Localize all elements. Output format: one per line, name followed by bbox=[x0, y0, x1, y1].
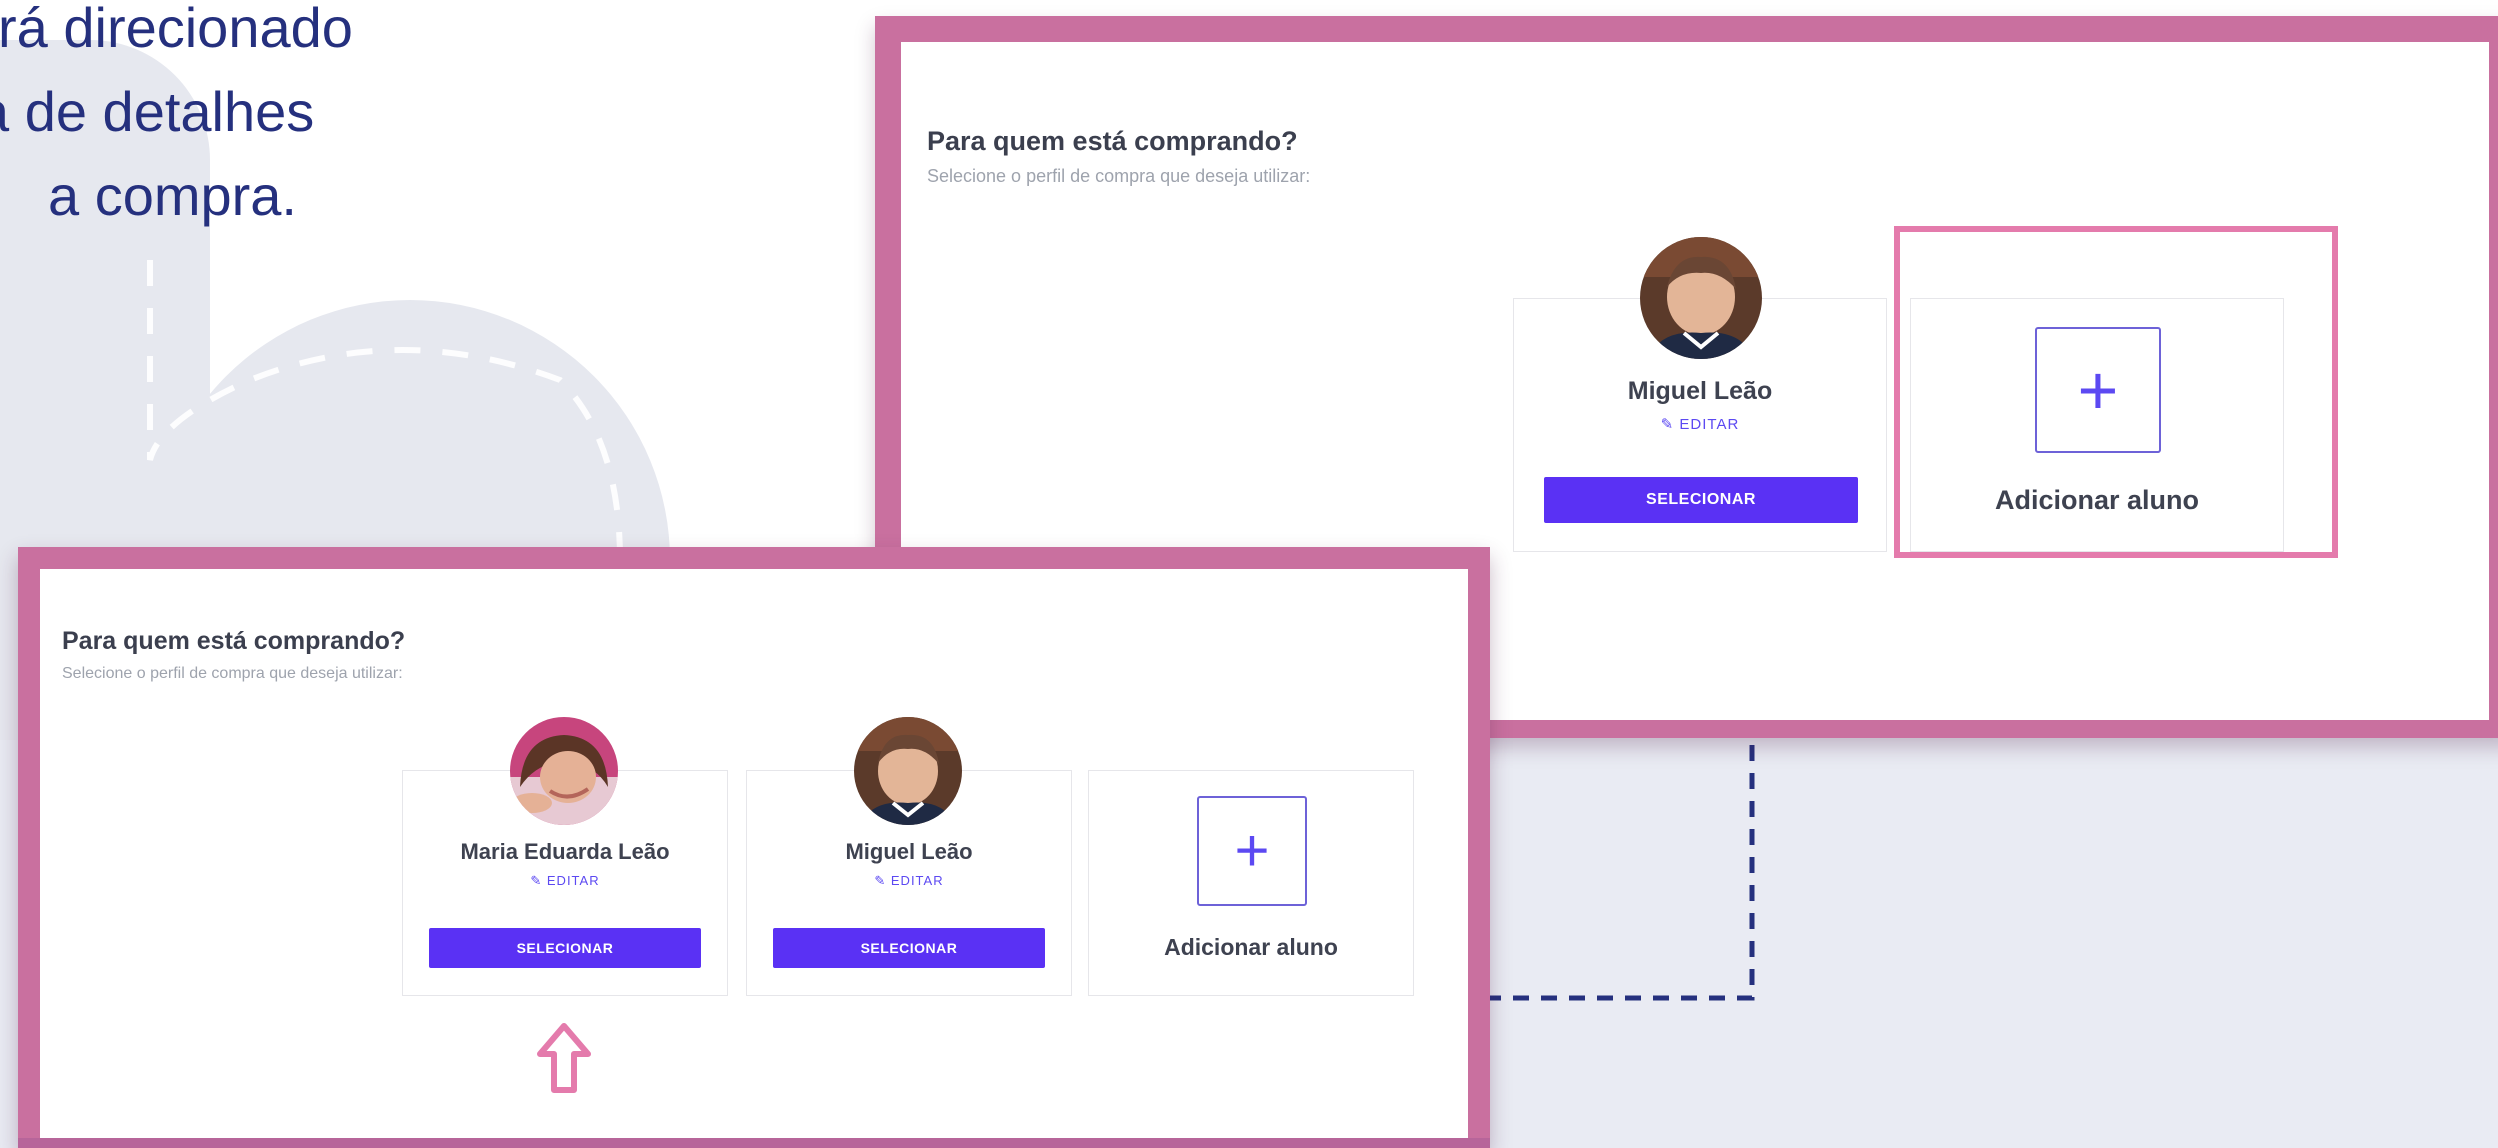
add-student-card[interactable]: + Adicionar aluno bbox=[1088, 770, 1414, 996]
avatar bbox=[854, 717, 962, 825]
select-button[interactable]: SELECIONAR bbox=[773, 928, 1045, 968]
select-button[interactable]: SELECIONAR bbox=[429, 928, 701, 968]
page-title: Para quem está comprando? bbox=[62, 627, 406, 655]
edit-icon: ✎ bbox=[874, 873, 891, 888]
avatar bbox=[510, 717, 618, 825]
edit-label: EDITAR bbox=[890, 873, 944, 888]
profile-card: Maria Eduarda Leão ✎ EDITAR SELECIONAR bbox=[402, 717, 728, 996]
edit-icon: ✎ bbox=[1660, 416, 1680, 433]
add-student-button[interactable]: + bbox=[1197, 796, 1307, 906]
profile-card: Miguel Leão ✎ EDITAR SELECIONAR bbox=[746, 717, 1072, 996]
edit-icon: ✎ bbox=[530, 873, 547, 888]
plus-icon: + bbox=[1234, 817, 1270, 884]
up-arrow-icon bbox=[537, 1023, 591, 1093]
page-subtitle: Selecione o perfil de compra que deseja … bbox=[927, 166, 1311, 186]
page-subtitle: Selecione o perfil de compra que deseja … bbox=[62, 665, 403, 682]
avatar bbox=[1640, 237, 1762, 359]
highlight-box bbox=[1894, 226, 2338, 558]
profile-name: Miguel Leão bbox=[1627, 377, 1773, 405]
page-title: Para quem está comprando? bbox=[927, 126, 1298, 156]
edit-link[interactable]: ✎ EDITAR bbox=[403, 873, 727, 889]
select-button[interactable]: SELECIONAR bbox=[1544, 477, 1858, 523]
edit-link[interactable]: ✎ EDITAR bbox=[747, 873, 1071, 889]
profile-name: Miguel Leão bbox=[845, 839, 973, 864]
edit-label: EDITAR bbox=[1679, 416, 1740, 433]
screenshot-frame-bottom: Para quem está comprando? Selecione o pe… bbox=[18, 547, 1490, 1148]
add-student-label: Adicionar aluno bbox=[1164, 934, 1338, 960]
edit-link[interactable]: ✎ EDITAR bbox=[1514, 415, 1886, 433]
profile-name: Maria Eduarda Leão bbox=[460, 839, 670, 864]
edit-label: EDITAR bbox=[546, 873, 600, 888]
profile-card: Miguel Leão ✎ EDITAR SELECIONAR bbox=[1513, 237, 1887, 552]
